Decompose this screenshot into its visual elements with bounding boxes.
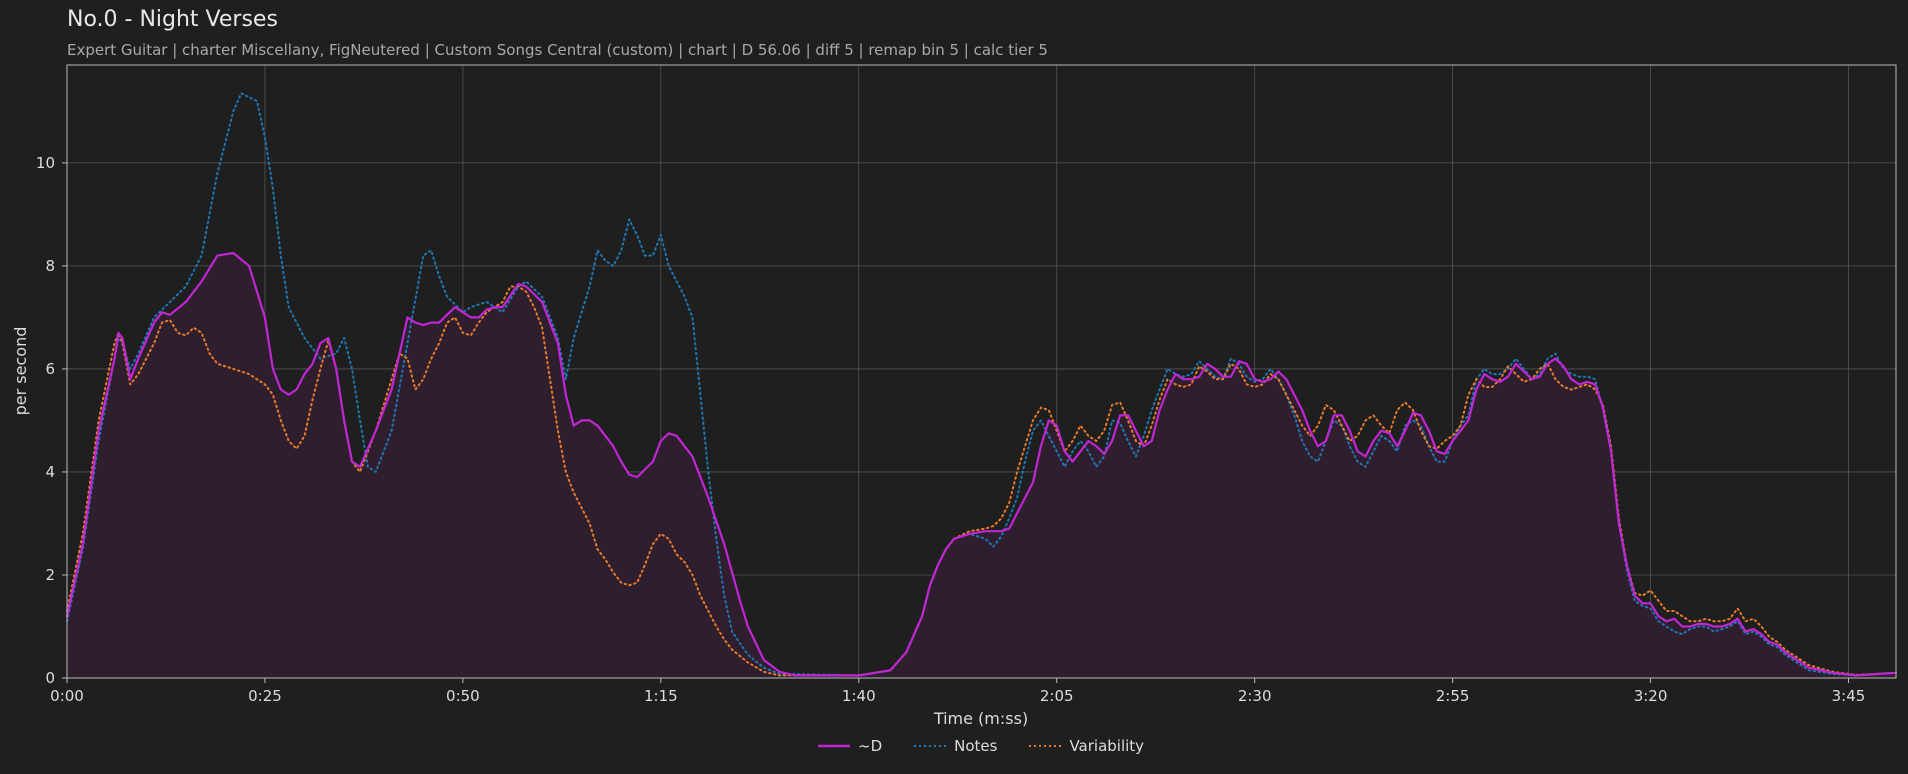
y-tick-label: 4 xyxy=(45,463,55,481)
y-tick-label: 2 xyxy=(45,566,55,584)
legend-item-notes: Notes xyxy=(914,737,997,755)
legend-label-variability: Variability xyxy=(1069,737,1145,755)
line-chart: 0:00 0:25 0:50 1:15 1:40 2:05 2:30 2:55 3:20 3:45… xyxy=(11,64,1898,728)
x-tick-label: 2:05 xyxy=(1040,687,1074,705)
x-tick-label: 0:50 xyxy=(446,687,480,705)
legend-swatch-variability xyxy=(1029,745,1062,747)
legend-item-variability: Variability xyxy=(1029,737,1144,755)
x-tick-label: 3:45 xyxy=(1832,687,1866,705)
legend: ~D Notes Variability xyxy=(818,737,1144,755)
y-tick-label: 8 xyxy=(45,257,55,275)
x-axis-label: Time (m:ss) xyxy=(933,709,1028,728)
x-tick-label: 0:00 xyxy=(50,687,84,705)
legend-label-d: ~D xyxy=(858,737,883,755)
y-tick-label: 10 xyxy=(36,154,55,172)
legend-item-d: ~D xyxy=(818,737,882,755)
x-tick-label: 2:30 xyxy=(1238,687,1272,705)
x-tick-label: 2:55 xyxy=(1436,687,1470,705)
x-tick-label: 0:25 xyxy=(248,687,282,705)
legend-swatch-notes xyxy=(914,745,947,747)
y-tick-label: 0 xyxy=(45,669,55,687)
y-axis-label: per second xyxy=(11,327,30,416)
x-tick-label: 1:15 xyxy=(644,687,678,705)
x-tick-label: 3:20 xyxy=(1634,687,1668,705)
y-tick-label: 6 xyxy=(45,360,55,378)
x-tick-label: 1:40 xyxy=(842,687,876,705)
legend-label-notes: Notes xyxy=(954,737,998,755)
legend-swatch-d xyxy=(818,744,850,748)
